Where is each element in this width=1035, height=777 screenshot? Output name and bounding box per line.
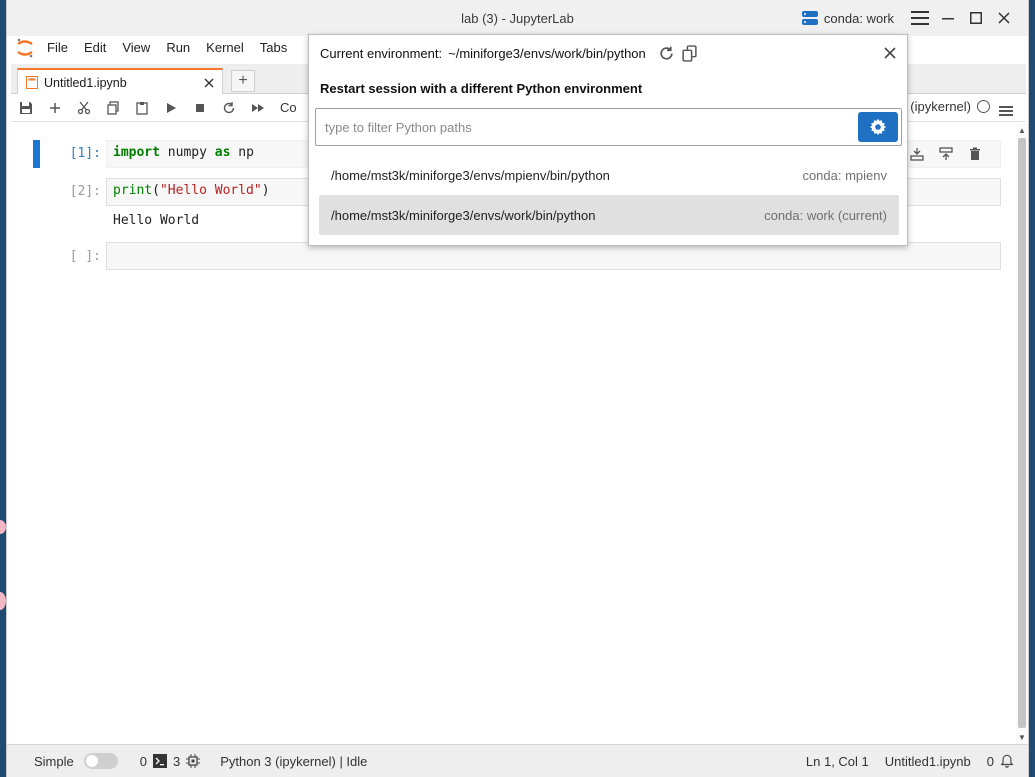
environment-chip[interactable]: conda: work: [801, 10, 894, 26]
title-bar: lab (3) - JupyterLab conda: work: [7, 0, 1028, 36]
insert-above-icon[interactable]: [931, 142, 960, 166]
tab-untitled1[interactable]: Untitled1.ipynb: [17, 68, 223, 95]
dialog-heading: Restart session with a different Python …: [320, 81, 643, 96]
window-title: lab (3) - JupyterLab: [461, 10, 574, 26]
delete-cell-icon[interactable]: [960, 142, 989, 166]
notebook-icon: [26, 76, 38, 89]
environment-tag: conda: mpienv: [802, 167, 887, 183]
notebook-scrollbar[interactable]: ▲ ▼: [1016, 124, 1028, 744]
menu-view[interactable]: View: [114, 36, 158, 60]
environment-path: /home/mst3k/miniforge3/envs/mpienv/bin/p…: [331, 167, 610, 183]
code-token: "Hello World": [159, 183, 262, 198]
menu-run[interactable]: Run: [158, 36, 198, 60]
paste-icon[interactable]: [127, 95, 156, 121]
cell-editor[interactable]: [106, 242, 1001, 270]
code-token: as: [214, 145, 231, 160]
jupyterlab-window: lab (3) - JupyterLab conda: work File Ed…: [6, 0, 1029, 777]
code-token: import: [113, 145, 160, 160]
minimize-icon[interactable]: [934, 4, 962, 32]
hamburger-menu-icon[interactable]: [906, 4, 934, 32]
code-token: print: [113, 183, 153, 198]
active-cell-marker: [33, 140, 40, 168]
new-launcher-button[interactable]: +: [231, 70, 255, 92]
environment-picker-dialog: Current environment: ~/miniforge3/envs/w…: [308, 34, 908, 246]
tab-label: Untitled1.ipynb: [44, 75, 127, 90]
copy-icon[interactable]: [98, 95, 127, 121]
scroll-up-icon[interactable]: ▲: [1018, 126, 1026, 135]
environment-chip-label: conda: work: [823, 10, 894, 26]
close-dialog-icon[interactable]: [881, 44, 899, 62]
kernels-count[interactable]: 3: [173, 754, 180, 769]
jupyter-logo-icon: [11, 36, 39, 60]
terminals-count[interactable]: 0: [140, 754, 147, 769]
cell-type-select[interactable]: Co: [280, 100, 297, 115]
scroll-down-icon[interactable]: ▼: [1018, 733, 1026, 742]
simple-mode-toggle[interactable]: [83, 753, 118, 769]
code-token: numpy: [159, 145, 215, 160]
run-all-icon[interactable]: [243, 95, 272, 121]
scrollbar-thumb[interactable]: [1018, 138, 1026, 728]
save-icon[interactable]: [11, 95, 40, 121]
insert-cell-icon[interactable]: [40, 95, 69, 121]
cell-prompt: [1]:: [69, 146, 101, 161]
environment-option[interactable]: /home/mst3k/miniforge3/envs/mpienv/bin/p…: [319, 155, 899, 195]
settings-button[interactable]: [858, 112, 898, 142]
code-token: np: [230, 145, 254, 160]
cell-toolbar: [902, 142, 989, 166]
copy-path-icon[interactable]: [681, 45, 698, 62]
menu-edit[interactable]: Edit: [76, 36, 114, 60]
environment-option-selected[interactable]: /home/mst3k/miniforge3/envs/work/bin/pyt…: [319, 195, 899, 235]
run-icon[interactable]: [156, 95, 185, 121]
stop-icon[interactable]: [185, 95, 214, 121]
kernel-indicator[interactable]: 3 (ipykernel): [899, 99, 990, 114]
current-environment-path: ~/miniforge3/envs/work/bin/python: [448, 46, 646, 61]
cursor-position[interactable]: Ln 1, Col 1: [806, 754, 869, 769]
environment-tag: conda: work (current): [764, 207, 887, 223]
toolbar-menu-icon[interactable]: [991, 98, 1020, 124]
menu-kernel[interactable]: Kernel: [198, 36, 252, 60]
code-token: (: [152, 183, 160, 198]
gear-icon: [869, 118, 887, 136]
menu-file[interactable]: File: [39, 36, 76, 60]
refresh-icon[interactable]: [658, 45, 675, 62]
cell-output: Hello World: [113, 213, 200, 228]
menu-tabs[interactable]: Tabs: [252, 36, 295, 60]
status-bar: Simple 0 3 Python 3 (ipykernel) | Idle L…: [7, 744, 1028, 777]
cell-prompt: [ ]:: [69, 249, 101, 264]
bell-icon[interactable]: [1000, 754, 1014, 768]
filter-box: [315, 108, 902, 146]
close-window-icon[interactable]: [990, 4, 1018, 32]
cell-prompt: [2]:: [69, 184, 101, 199]
chip-icon: [186, 754, 201, 768]
terminal-icon: [152, 754, 167, 768]
close-tab-icon[interactable]: [204, 78, 214, 88]
kernel-name: 3 (ipykernel): [899, 99, 971, 114]
database-icon: [801, 11, 818, 25]
restart-icon[interactable]: [214, 95, 243, 121]
notification-count[interactable]: 0: [987, 754, 994, 769]
maximize-icon[interactable]: [962, 4, 990, 32]
cut-icon[interactable]: [69, 95, 98, 121]
current-file: Untitled1.ipynb: [884, 753, 971, 769]
kernel-status-text[interactable]: Python 3 (ipykernel) | Idle: [220, 754, 367, 769]
filter-input[interactable]: [325, 119, 845, 135]
code-token: ): [261, 183, 270, 198]
environment-path: /home/mst3k/miniforge3/envs/work/bin/pyt…: [331, 207, 596, 223]
current-environment-label: Current environment:: [320, 46, 443, 61]
mode-label: Simple: [34, 753, 74, 769]
kernel-idle-icon: [977, 100, 990, 113]
current-environment: Current environment: ~/miniforge3/envs/w…: [320, 45, 698, 62]
